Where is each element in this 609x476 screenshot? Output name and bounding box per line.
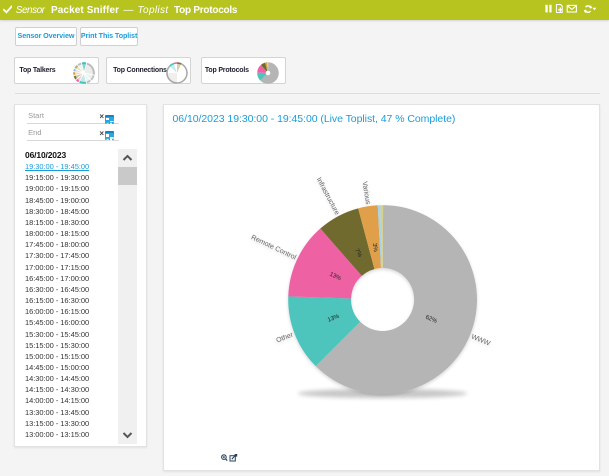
- svg-text:13%: 13%: [327, 313, 341, 323]
- svg-text:Various: Various: [361, 181, 372, 206]
- svg-text:62%: 62%: [424, 315, 438, 325]
- svg-text:13%: 13%: [328, 272, 342, 283]
- svg-text:7%: 7%: [353, 248, 363, 259]
- svg-text:Remote Control: Remote Control: [250, 234, 298, 261]
- svg-text:Other: Other: [275, 331, 294, 344]
- svg-text:WWW: WWW: [470, 333, 491, 347]
- svg-text:Infrastructure: Infrastructure: [315, 177, 341, 217]
- svg-text:3%: 3%: [371, 243, 378, 253]
